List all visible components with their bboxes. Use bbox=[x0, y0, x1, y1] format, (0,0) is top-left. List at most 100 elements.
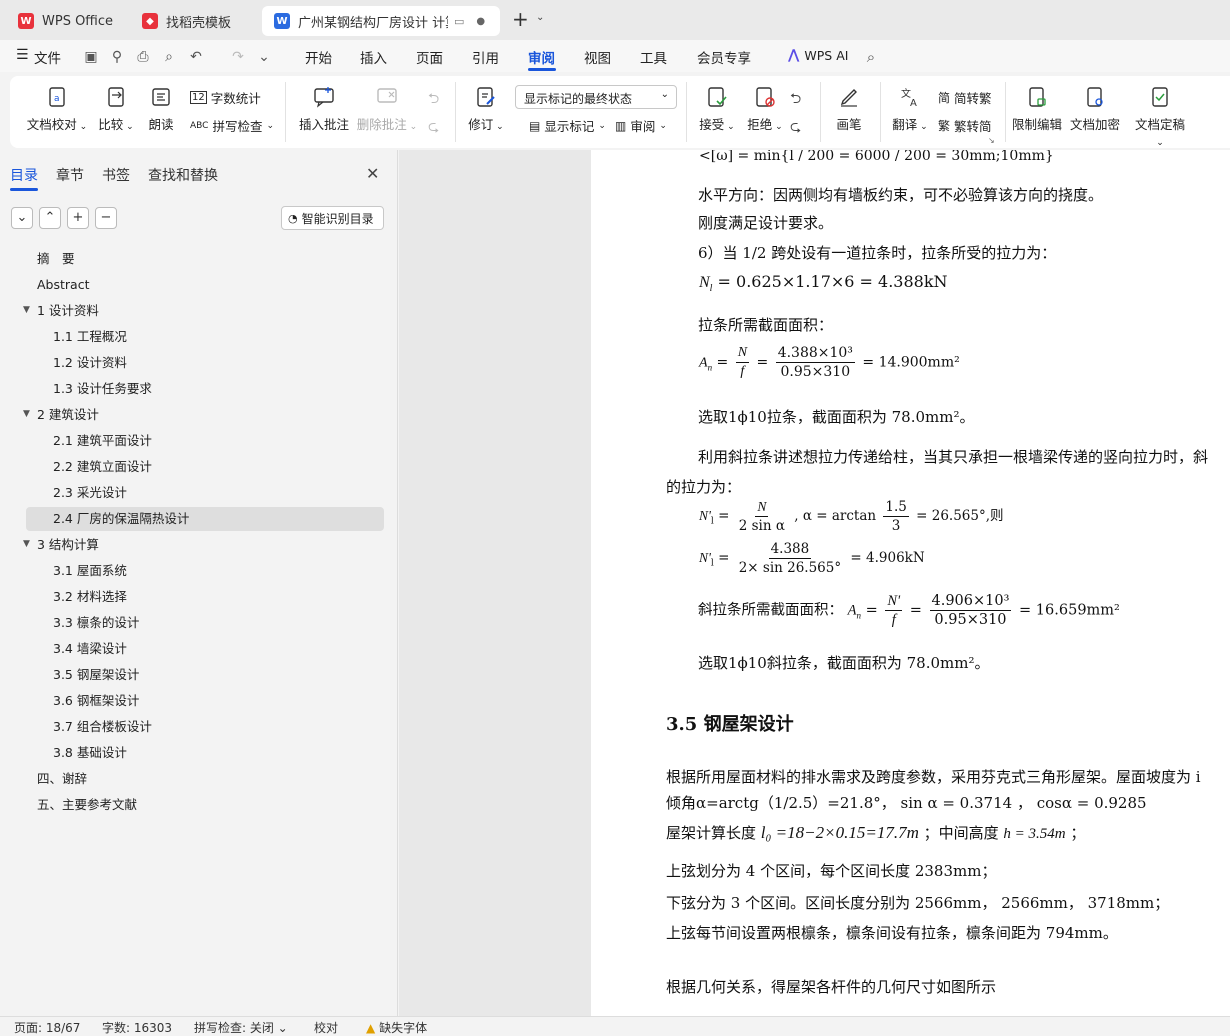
expand-triangle-icon[interactable]: ▼ bbox=[23, 409, 30, 419]
menu-tools[interactable]: 工具 bbox=[640, 47, 667, 67]
tab-toc[interactable]: 目录 bbox=[10, 165, 38, 185]
missing-font-button[interactable]: ▲ 缺失字体 bbox=[366, 1019, 427, 1036]
translate-button[interactable]: 文A 翻译 ⌄ bbox=[890, 86, 930, 133]
proofread-button[interactable]: 校对 bbox=[314, 1019, 338, 1036]
toc-item[interactable]: 1.3 设计任务要求 bbox=[53, 378, 152, 400]
paragraph: 选取1ϕ10斜拉条，截面面积为 78.0mm²。 bbox=[698, 654, 990, 672]
tab-wps-office[interactable]: W WPS Office bbox=[6, 6, 122, 36]
prev-change-icon[interactable]: ⮌ bbox=[790, 88, 801, 112]
monitor-icon[interactable]: ▭ bbox=[454, 15, 464, 28]
spell-check-indicator[interactable]: 拼写检查: 关闭 ⌄ bbox=[194, 1019, 288, 1036]
tab-label: 广州某钢结构厂房设计 计算说 bbox=[298, 15, 448, 31]
toc-item[interactable]: 3.1 屋面系统 bbox=[53, 560, 127, 582]
tab-chapters[interactable]: 章节 bbox=[56, 165, 84, 185]
toc-item[interactable]: 2.3 采光设计 bbox=[53, 482, 127, 504]
to-traditional-button[interactable]: 简 简转繁 bbox=[938, 88, 992, 107]
toc-item[interactable]: 2.1 建筑平面设计 bbox=[53, 430, 152, 452]
remove-heading-button[interactable]: − bbox=[95, 207, 117, 229]
doc-check-button[interactable]: a 文档校对 ⌄ bbox=[26, 86, 88, 133]
toc-item[interactable]: 3.6 钢框架设计 bbox=[53, 690, 139, 712]
markup-state-select[interactable]: 显示标记的最终状态 ⌄ bbox=[515, 85, 677, 109]
toc-item[interactable]: 2 建筑设计 bbox=[37, 404, 99, 426]
to-simplified-button[interactable]: 繁 繁转简 bbox=[938, 116, 992, 135]
toc-item[interactable]: 2.4 厂房的保温隔热设计 bbox=[53, 508, 189, 530]
toc-item[interactable]: 五、主要参考文献 bbox=[37, 794, 137, 816]
navigation-pane: 目录 章节 书签 查找和替换 ✕ ⌄ ⌃ + − ◔ 智能识别目录 摘 要 Abs… bbox=[0, 150, 398, 1016]
print-preview-icon[interactable]: ⌕ bbox=[161, 49, 177, 65]
collapse-all-button[interactable]: ⌄ bbox=[11, 207, 33, 229]
dialog-launcher-icon[interactable]: ↘ bbox=[988, 136, 995, 145]
accept-button[interactable]: 接受 ⌄ bbox=[696, 86, 738, 133]
smart-toc-button[interactable]: ◔ 智能识别目录 bbox=[281, 206, 384, 230]
redo-icon[interactable]: ↷ bbox=[230, 49, 246, 65]
review-pane-button[interactable]: ▥ 审阅 ⌄ bbox=[615, 116, 667, 135]
toc-item[interactable]: 3.5 钢屋架设计 bbox=[53, 664, 139, 686]
menu-view[interactable]: 视图 bbox=[584, 47, 611, 67]
menu-insert[interactable]: 插入 bbox=[360, 47, 387, 67]
toc-item[interactable]: 2.2 建筑立面设计 bbox=[53, 456, 152, 478]
show-markup-button[interactable]: ▤ 显示标记 ⌄ bbox=[529, 116, 606, 135]
toc-item[interactable]: 3.4 墙梁设计 bbox=[53, 638, 127, 660]
menu-references[interactable]: 引用 bbox=[472, 47, 499, 67]
next-change-icon[interactable]: ⮎ bbox=[790, 116, 801, 140]
tab-find-replace[interactable]: 查找和替换 bbox=[148, 165, 218, 185]
delete-comment-button[interactable]: 删除批注 ⌄ bbox=[356, 86, 418, 133]
wps-ai-button[interactable]: ⋀ WPS AI bbox=[788, 47, 848, 63]
close-icon[interactable]: ✕ bbox=[366, 164, 379, 183]
hamburger-icon[interactable]: ☰ bbox=[16, 47, 29, 63]
divider bbox=[880, 82, 881, 142]
page-indicator[interactable]: 页面: 18/67 bbox=[14, 1019, 80, 1036]
toc-item[interactable]: 摘 要 bbox=[37, 248, 75, 270]
toc-item[interactable]: 3.3 檩条的设计 bbox=[53, 612, 139, 634]
save-icon[interactable]: ▣ bbox=[83, 49, 99, 65]
search-icon[interactable]: ⌕ bbox=[863, 49, 879, 65]
expand-triangle-icon[interactable]: ▼ bbox=[23, 539, 30, 549]
add-heading-button[interactable]: + bbox=[67, 207, 89, 229]
undo-icon[interactable]: ↶ bbox=[188, 49, 204, 65]
prev-comment-icon[interactable]: ⮌ bbox=[428, 88, 439, 112]
encrypt-button[interactable]: 文档加密 bbox=[1070, 86, 1120, 133]
toc-item[interactable]: 四、谢辞 bbox=[37, 768, 87, 790]
toc-item[interactable]: Abstract bbox=[37, 274, 89, 296]
print-icon[interactable]: ⎙ bbox=[135, 49, 151, 65]
expand-triangle-icon[interactable]: ▼ bbox=[23, 305, 30, 315]
spell-check-button[interactable]: ABC 拼写检查 ⌄ bbox=[190, 116, 274, 135]
tab-label: WPS Office bbox=[42, 13, 114, 29]
tab-bookmarks[interactable]: 书签 bbox=[102, 165, 130, 185]
menu-bar: ☰ 文件 ▣ ⚲ ⎙ ⌕ ↶ ↷ ⌄ 开始 插入 页面 引用 审阅 视图 工具 … bbox=[0, 40, 1230, 106]
read-aloud-button[interactable]: 朗读 bbox=[146, 86, 176, 133]
menu-member[interactable]: 会员专享 bbox=[697, 47, 751, 67]
reject-button[interactable]: 拒绝 ⌄ bbox=[743, 86, 787, 133]
word-count-button[interactable]: 12 字数统计 bbox=[190, 88, 261, 107]
share-icon[interactable]: ⚲ bbox=[109, 49, 125, 65]
next-comment-icon[interactable]: ⮎ bbox=[428, 116, 439, 140]
menu-page[interactable]: 页面 bbox=[416, 47, 443, 67]
wps-logo-icon: W bbox=[18, 13, 34, 29]
finalize-button[interactable]: 文档定稿 ⌄ bbox=[1130, 86, 1190, 148]
expand-up-button[interactable]: ⌃ bbox=[39, 207, 61, 229]
chevron-down-icon[interactable]: ⌄ bbox=[256, 49, 272, 65]
new-tab-button[interactable]: + bbox=[512, 9, 529, 29]
toc-item[interactable]: 3.2 材料选择 bbox=[53, 586, 127, 608]
document-page[interactable]: <[ω] = min{l / 200 = 6000 / 200 = 30mm;1… bbox=[591, 150, 1230, 1016]
toc-item[interactable]: 3.7 组合楼板设计 bbox=[53, 716, 152, 738]
word-count-icon: 12 bbox=[190, 91, 207, 104]
toc-item[interactable]: 3.8 基础设计 bbox=[53, 742, 127, 764]
insert-comment-button[interactable]: 插入批注 bbox=[298, 86, 350, 133]
menu-file[interactable]: 文件 bbox=[34, 47, 61, 67]
tab-docer[interactable]: ◆ 找稻壳模板 bbox=[130, 6, 256, 36]
unsaved-dot-icon[interactable]: ● bbox=[476, 16, 485, 27]
tab-document[interactable]: W 广州某钢结构厂房设计 计算说 ▭ ● bbox=[262, 6, 500, 36]
toc-item[interactable]: 1 设计资料 bbox=[37, 300, 99, 322]
toc-item[interactable]: 1.1 工程概况 bbox=[53, 326, 127, 348]
menu-review[interactable]: 审阅 bbox=[528, 47, 555, 67]
restrict-edit-button[interactable]: 限制编辑 bbox=[1012, 86, 1062, 133]
toc-item[interactable]: 3 结构计算 bbox=[37, 534, 99, 556]
word-count-indicator[interactable]: 字数: 16303 bbox=[102, 1019, 172, 1036]
toc-item[interactable]: 1.2 设计资料 bbox=[53, 352, 127, 374]
revise-button[interactable]: 修订 ⌄ bbox=[466, 86, 506, 133]
pen-button[interactable]: 画笔 bbox=[832, 86, 866, 133]
chevron-down-icon[interactable]: ⌄ bbox=[536, 12, 544, 23]
menu-home[interactable]: 开始 bbox=[305, 47, 332, 67]
compare-button[interactable]: 比较 ⌄ bbox=[96, 86, 136, 133]
